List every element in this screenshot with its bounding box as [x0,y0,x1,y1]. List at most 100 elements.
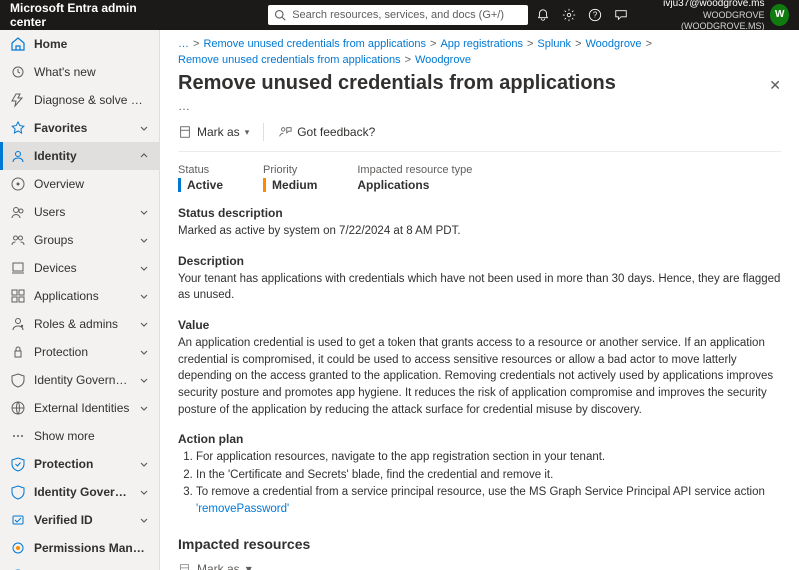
dots-icon [10,428,26,444]
breadcrumb: … > Remove unused credentials from applica… [178,38,781,66]
breadcrumb-link[interactable]: Remove unused credentials from applicati… [178,54,401,66]
user-tenant: WOODGROVE (WOODGROVE.MS) [640,10,764,32]
chevron-down-icon: ▾ [245,127,250,138]
description: Your tenant has applications with creden… [178,271,781,304]
breadcrumb-link[interactable]: … [178,38,189,50]
gov2-icon [10,484,26,500]
sidebar-item-label: Protection [34,457,131,471]
user-email: ivju37@woodgrove.ms [640,0,764,10]
sidebar-item-label: Show more [34,429,149,443]
sidebar-item-favorites[interactable]: Favorites [0,114,159,142]
ext-icon [10,400,26,416]
remove-password-link[interactable]: 'removePassword' [196,503,289,515]
chevron-down-icon: ▾ [246,562,252,570]
global-search[interactable]: Search resources, services, and docs (G+… [268,5,528,25]
svg-text:?: ? [593,11,598,20]
gov-icon [10,372,26,388]
sidebar-item-label: Identity Governance [34,373,131,387]
breadcrumb-link[interactable]: Woodgrove [415,54,471,66]
breadcrumb-separator: > [193,38,199,50]
brand: Microsoft Entra admin center [10,1,160,29]
sidebar-item-devices[interactable]: Devices [0,254,159,282]
sidebar-item-label: What's new [34,65,149,79]
breadcrumb-link[interactable]: Remove unused credentials from applicati… [203,38,426,50]
top-icons: ? ivju37@woodgrove.ms WOODGROVE (WOODGRO… [536,0,789,32]
sidebar-item-label: Devices [34,261,131,275]
sidebar-item-identity-governance[interactable]: Identity Governance [0,366,159,394]
breadcrumb-link[interactable]: Woodgrove [586,38,642,50]
user-menu[interactable]: ivju37@woodgrove.ms WOODGROVE (WOODGROVE… [640,0,789,32]
command-bar: Mark as ▾ Got feedback? [178,113,781,152]
perms-icon [10,540,26,556]
close-icon[interactable]: ✕ [769,77,781,94]
top-bar: Microsoft Entra admin center Search reso… [0,0,799,30]
action-plan-item: In the 'Certificate and Secrets' blade, … [196,467,781,484]
sidebar-item-label: Favorites [34,121,131,135]
devices-icon [10,260,26,276]
breadcrumb-separator: > [430,38,436,50]
person-feedback-icon [278,125,292,139]
chevron-down-icon [139,375,149,385]
sidebar-item-identity-governance[interactable]: Identity Governance [0,478,159,506]
chevron-down-icon [139,291,149,301]
chevron-down-icon [139,123,149,133]
search-placeholder: Search resources, services, and docs (G+… [292,9,504,21]
star-icon [10,120,26,136]
breadcrumb-link[interactable]: App registrations [440,38,523,50]
sidebar-item-protection[interactable]: Protection [0,450,159,478]
breadcrumb-separator: > [646,38,652,50]
resource-type-value: Applications [357,178,472,192]
chevron-down-icon [139,515,149,525]
notifications-icon[interactable] [536,8,550,22]
feedback-button[interactable]: Got feedback? [278,125,375,139]
sidebar-item-what-s-new[interactable]: What's new [0,58,159,86]
breadcrumb-separator: > [527,38,533,50]
sidebar-item-users[interactable]: Users [0,198,159,226]
sidebar-item-applications[interactable]: Applications [0,282,159,310]
overview-icon [10,176,26,192]
divider [263,123,264,141]
roles-icon [10,316,26,332]
mark-as-dropdown[interactable]: Mark as ▾ [178,125,249,139]
sidebar-item-show-more[interactable]: Show more [0,422,159,450]
value-text: An application credential is used to get… [178,335,781,418]
breadcrumb-link[interactable]: Splunk [537,38,571,50]
users-icon [10,204,26,220]
sidebar-item-protection[interactable]: Protection [0,338,159,366]
sidebar-item-overview[interactable]: Overview [0,170,159,198]
sidebar-item-global-secure-access[interactable]: Global Secure Access [0,562,159,570]
sidebar-item-verified-id[interactable]: Verified ID [0,506,159,534]
feedback-icon[interactable] [614,8,628,22]
sidebar-item-label: Diagnose & solve problems [34,93,149,107]
sidebar-item-groups[interactable]: Groups [0,226,159,254]
tag-icon [178,563,191,570]
impacted-heading: Impacted resources [178,536,781,552]
priority-indicator [263,178,266,192]
sidebar-item-external-identities[interactable]: External Identities [0,394,159,422]
settings-icon[interactable] [562,8,576,22]
avatar: W [770,4,789,26]
description-heading: Description [178,254,781,268]
chevron-down-icon [139,207,149,217]
sidebar-item-permissions-management[interactable]: Permissions Management [0,534,159,562]
main-content: … > Remove unused credentials from applica… [160,30,799,570]
status-indicator [178,178,181,192]
breadcrumb-separator: > [575,38,581,50]
help-icon[interactable]: ? [588,8,602,22]
action-plan-heading: Action plan [178,432,781,446]
status-value: Active [187,178,223,192]
chevron-down-icon [139,151,149,161]
sidebar-item-label: Roles & admins [34,317,131,331]
sidebar-item-home[interactable]: Home [0,30,159,58]
resources-mark-as[interactable]: Mark as ▾ [178,562,781,570]
sidebar-item-roles-admins[interactable]: Roles & admins [0,310,159,338]
sidebar-item-diagnose-solve-problems[interactable]: Diagnose & solve problems [0,86,159,114]
chevron-down-icon [139,235,149,245]
page-title: Remove unused credentials from applicati… [178,72,616,95]
sidebar-item-label: Verified ID [34,513,131,527]
chevron-down-icon [139,347,149,357]
sidebar-item-identity[interactable]: Identity [0,142,159,170]
whatnew-icon [10,64,26,80]
sidebar-item-label: Permissions Management [34,541,149,555]
priority-value: Medium [272,178,317,192]
